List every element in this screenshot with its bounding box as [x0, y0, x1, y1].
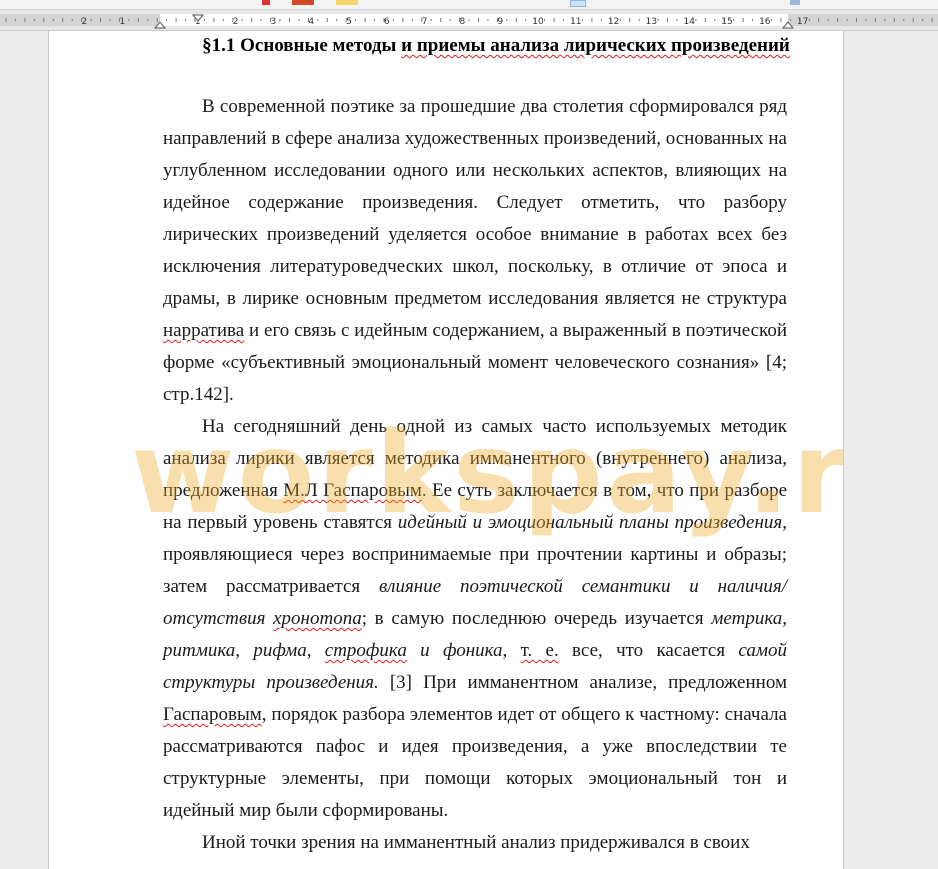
ruler-number: 12: [608, 17, 619, 27]
ruler-number: 1: [119, 17, 125, 27]
ruler-number: 5: [346, 17, 352, 27]
paragraph-1: В современной поэтике за прошедшие два с…: [163, 91, 787, 411]
paragraph-2-text: [3] При имманентном анализе, предложенно…: [378, 672, 787, 693]
ruler-number: 16: [759, 17, 771, 27]
paragraph-2-text: ,: [502, 640, 521, 661]
toolbar-strip: [0, 0, 938, 10]
italic-text: и фоника: [406, 640, 503, 661]
ruler-number: 7: [422, 17, 428, 27]
paragraph-3-text: Иной точки зрения на имманентный анализ …: [202, 832, 750, 853]
spelling-flag: хронотопа: [273, 608, 362, 629]
section-heading: §1.1 Основные методы и приемы анализа ли…: [49, 35, 843, 57]
spelling-flag: строфика: [324, 640, 407, 661]
paragraph-3: Иной точки зрения на имманентный анализ …: [163, 827, 787, 859]
spelling-flag: М.Л Гаспаровым: [283, 480, 422, 501]
paragraph-1-text-b: и его связь с идейным содержанием, а выр…: [163, 320, 787, 405]
highlight-yellow-icon[interactable]: [336, 0, 358, 5]
heading-text: §1.1 Основные методы: [202, 35, 402, 56]
ruler-number: 13: [646, 17, 657, 27]
ruler-number: 3: [271, 17, 277, 27]
spelling-flag: нарратива: [163, 320, 245, 341]
horizontal-ruler[interactable]: 2 1 1 2 3 4 5 6 7 8 9 10 11 12 13 14 15 16 17: [0, 10, 938, 31]
style-selected-icon[interactable]: [570, 0, 586, 7]
ruler-number: 15: [721, 17, 732, 27]
document-body[interactable]: В современной поэтике за прошедшие два с…: [163, 91, 787, 859]
spelling-flag: т. е.: [520, 640, 559, 661]
paragraph-1-text-a: В современной поэтике за прошедшие два с…: [163, 96, 787, 309]
ruler-number: 10: [532, 17, 544, 27]
ruler-number: 9: [497, 17, 503, 27]
ruler-number: 11: [570, 17, 581, 27]
paragraph-2-text: ; в самую последнюю очередь изучается: [361, 608, 712, 629]
ruler-number: 17: [797, 17, 808, 27]
ruler-scale: 2 1 1 2 3 4 5 6 7 8 9 10 11 12 13 14 15 16 17: [0, 14, 938, 29]
italic-text: идейный и эмоциональный планы произведен…: [397, 512, 783, 533]
font-color-icon[interactable]: [262, 0, 270, 5]
ruler-number: 2: [82, 17, 88, 27]
ruler-number: 4: [308, 17, 314, 27]
ruler-number: 2: [233, 17, 239, 27]
ruler-number: 8: [460, 17, 466, 27]
paragraph-2: На сегодняшний день одной из самых часто…: [163, 411, 787, 827]
ruler-number: 6: [384, 17, 390, 27]
ruler-number: 14: [683, 17, 695, 27]
spelling-flag: Гаспаровым: [163, 704, 262, 725]
paragraph-2-text: все, что касается: [558, 640, 739, 661]
document-page[interactable]: §1.1 Основные методы и приемы анализа ли…: [48, 31, 844, 869]
heading-flagged-text: и приемы анализа лирических произведений: [401, 35, 790, 56]
highlight-red-icon[interactable]: [292, 0, 314, 5]
style-icon[interactable]: [790, 0, 800, 5]
